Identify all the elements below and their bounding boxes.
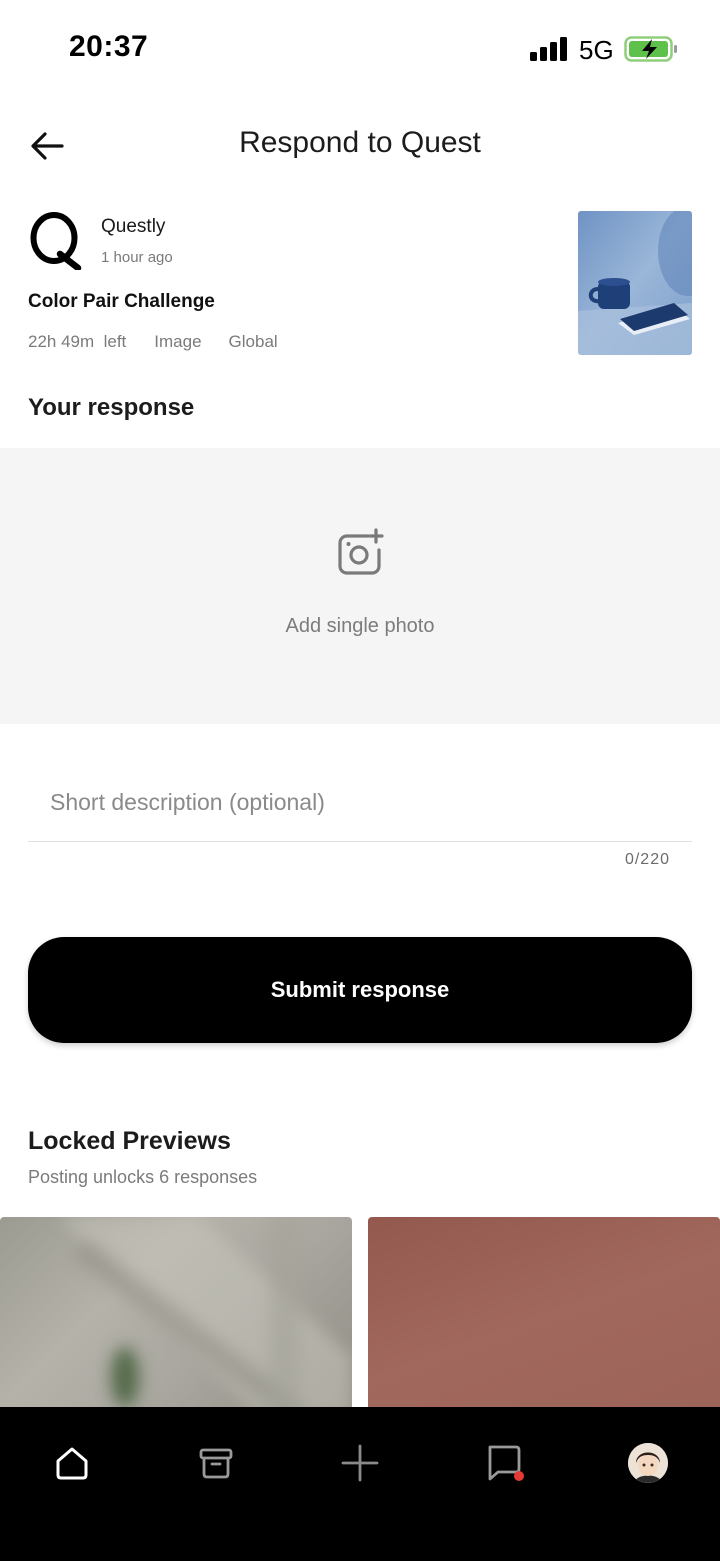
quest-type: Image bbox=[154, 332, 202, 351]
archive-icon bbox=[199, 1448, 233, 1479]
notification-dot bbox=[514, 1471, 524, 1481]
your-response-heading: Your response bbox=[28, 394, 195, 421]
locked-preview-1[interactable] bbox=[0, 1217, 352, 1417]
locked-previews-subtitle: Posting unlocks 6 responses bbox=[28, 1167, 258, 1187]
add-photo-area[interactable]: Add single photo bbox=[0, 448, 720, 724]
locked-preview-2[interactable] bbox=[368, 1217, 720, 1417]
status-time: 20:37 bbox=[69, 30, 149, 63]
tab-home[interactable] bbox=[44, 1435, 100, 1491]
char-counter: 0/220 bbox=[624, 851, 670, 868]
quest-scope: Global bbox=[228, 332, 278, 351]
submit-response-button[interactable]: Submit response bbox=[28, 937, 692, 1043]
quest-time-ago: 1 hour ago bbox=[101, 249, 173, 266]
bottom-tab-bar bbox=[0, 1407, 720, 1561]
status-bar: 20:37 5G bbox=[0, 0, 720, 96]
quest-thumbnail[interactable] bbox=[578, 211, 692, 355]
tab-profile[interactable] bbox=[620, 1435, 676, 1491]
tab-messages[interactable] bbox=[476, 1435, 532, 1491]
tab-archive[interactable] bbox=[188, 1435, 244, 1491]
locked-previews-heading: Locked Previews bbox=[28, 1127, 231, 1155]
battery-icon bbox=[624, 36, 678, 62]
messages-icon bbox=[488, 1445, 524, 1481]
description-field bbox=[28, 770, 692, 842]
header: Respond to Quest bbox=[0, 110, 720, 180]
add-photo-label: Add single photo bbox=[285, 615, 435, 637]
questly-logo bbox=[28, 210, 84, 272]
network-label: 5G bbox=[579, 35, 614, 65]
quest-author[interactable]: Questly bbox=[101, 216, 165, 238]
signal-icon bbox=[530, 37, 568, 61]
home-icon bbox=[56, 1447, 88, 1480]
tab-create[interactable] bbox=[332, 1435, 388, 1491]
plus-icon bbox=[341, 1444, 379, 1482]
quest-card: Questly 1 hour ago Color Pair Challenge … bbox=[28, 208, 692, 368]
page-title: Respond to Quest bbox=[239, 126, 481, 159]
quest-time-left: 22h 49m left bbox=[28, 332, 127, 351]
quest-meta: 22h 49m left Image Global bbox=[28, 332, 278, 352]
description-input[interactable] bbox=[28, 770, 692, 834]
avatar bbox=[628, 1443, 668, 1483]
add-photo-icon bbox=[335, 528, 385, 578]
quest-title: Color Pair Challenge bbox=[28, 291, 215, 312]
